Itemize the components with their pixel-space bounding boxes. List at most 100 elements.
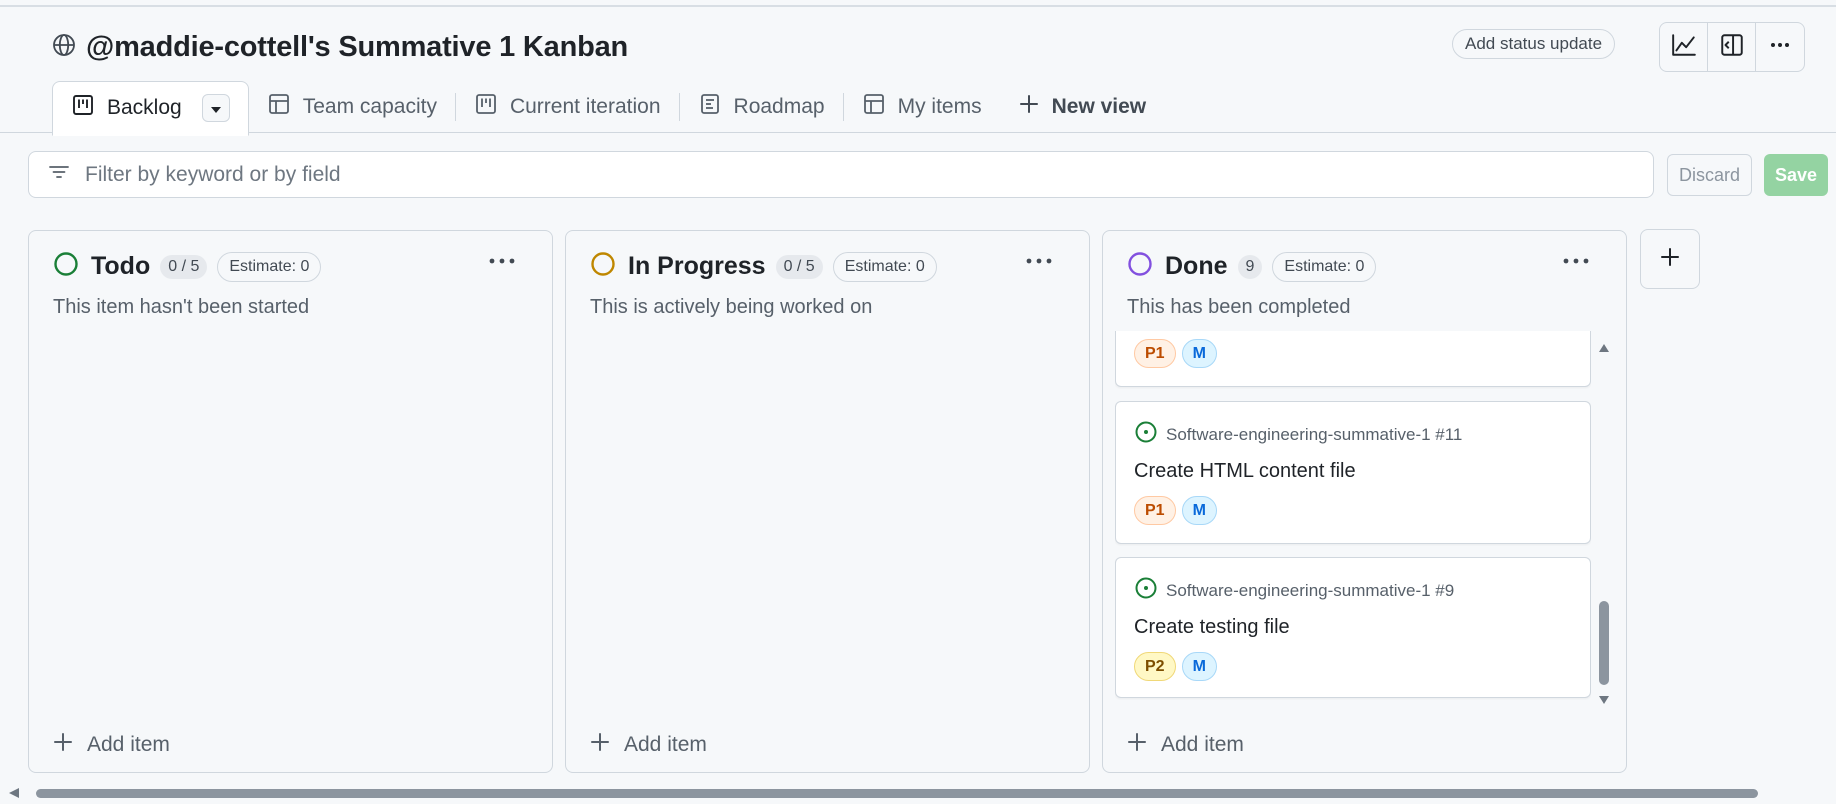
card-list: P1 M Software-engineering-summative-1 #1…: [1115, 331, 1591, 701]
priority-label: P2: [1134, 652, 1176, 681]
priority-label: P1: [1134, 496, 1176, 525]
sidebar-expand-icon: [1719, 32, 1745, 63]
column-header: Todo 0 / 5 Estimate: 0: [53, 251, 322, 282]
side-panel-button[interactable]: [1708, 23, 1756, 71]
discard-button[interactable]: Discard: [1667, 154, 1752, 196]
kebab-horizontal-icon: [1562, 252, 1590, 270]
column-scrollbar[interactable]: [1597, 341, 1611, 707]
column-header: Done 9 Estimate: 0: [1127, 251, 1377, 282]
size-label: M: [1181, 339, 1217, 368]
globe-icon: [52, 33, 76, 62]
tab-backlog[interactable]: Backlog: [52, 80, 249, 136]
project-header: @maddie-cottell's Summative 1 Kanban Add…: [0, 7, 1836, 136]
scrollbar-thumb[interactable]: [1599, 601, 1609, 685]
column-menu-button[interactable]: [1023, 249, 1055, 273]
tab-label: New view: [1051, 95, 1147, 118]
column-done: Done 9 Estimate: 0 This has been complet…: [1102, 230, 1627, 773]
add-item-label: Add item: [87, 733, 170, 756]
item-card[interactable]: Software-engineering-summative-1 #11 Cre…: [1115, 401, 1591, 544]
column-todo: Todo 0 / 5 Estimate: 0 This item hasn't …: [28, 230, 553, 773]
triangle-down-icon: [210, 96, 222, 120]
tab-team-capacity[interactable]: Team capacity: [249, 80, 455, 134]
filter-icon: [47, 160, 71, 189]
add-item-button[interactable]: Add item: [590, 732, 707, 758]
kebab-horizontal-icon: [1768, 33, 1792, 62]
horizontal-scrollbar[interactable]: [0, 784, 1836, 798]
board-icon: [71, 93, 95, 123]
board-icon: [474, 92, 498, 122]
tab-my-items[interactable]: My items: [844, 80, 1000, 134]
size-label: M: [1181, 496, 1217, 525]
add-item-button[interactable]: Add item: [53, 732, 170, 758]
issue-opened-icon: [1134, 576, 1158, 605]
view-options-dropdown[interactable]: [201, 94, 230, 122]
column-estimate: Estimate: 0: [1272, 251, 1377, 282]
scroll-down-arrow-icon[interactable]: [1597, 693, 1611, 707]
card-title[interactable]: Create testing file: [1134, 616, 1290, 639]
column-description: This item hasn't been started: [53, 296, 310, 318]
filter-input[interactable]: [85, 162, 1585, 187]
add-column-button[interactable]: [1640, 229, 1700, 289]
add-item-button[interactable]: Add item: [1127, 732, 1244, 758]
card-reference[interactable]: Software-engineering-summative-1 #9: [1134, 576, 1454, 605]
status-circle-icon: [590, 251, 616, 282]
page-title: @maddie-cottell's Summative 1 Kanban: [86, 31, 629, 63]
column-count: 9: [1237, 254, 1263, 279]
tab-roadmap[interactable]: Roadmap: [680, 80, 843, 134]
project-title-row: @maddie-cottell's Summative 1 Kanban: [52, 31, 628, 64]
insights-button[interactable]: [1660, 23, 1708, 71]
size-label: M: [1181, 652, 1217, 681]
plus-icon: [53, 732, 73, 758]
scroll-up-arrow-icon[interactable]: [1597, 341, 1611, 355]
tab-label: Roadmap: [733, 95, 825, 118]
column-menu-button[interactable]: [1560, 249, 1592, 273]
column-description: This is actively being worked on: [590, 296, 873, 318]
column-count: 0 / 5: [775, 254, 823, 279]
add-status-update-button[interactable]: Add status update: [1452, 29, 1616, 59]
card-labels: P1 M: [1134, 496, 1217, 525]
column-menu-button[interactable]: [486, 249, 518, 273]
kebab-horizontal-icon: [488, 252, 516, 270]
add-item-label: Add item: [1161, 733, 1244, 756]
column-description: This has been completed: [1127, 296, 1351, 318]
window-top-border: [0, 0, 1836, 7]
priority-label: P1: [1134, 339, 1176, 368]
column-title: Done: [1165, 252, 1228, 280]
item-card[interactable]: Software-engineering-summative-1 #9 Crea…: [1115, 557, 1591, 698]
save-button[interactable]: Save: [1764, 154, 1828, 196]
roadmap-icon: [698, 92, 722, 122]
card-reference[interactable]: Software-engineering-summative-1 #11: [1134, 420, 1462, 449]
column-count: 0 / 5: [160, 254, 208, 279]
table-icon: [267, 92, 291, 122]
tab-current-iteration[interactable]: Current iteration: [456, 80, 679, 134]
view-tabs: Backlog Team capacity Current iteration: [52, 80, 1165, 136]
card-title[interactable]: Create HTML content file: [1134, 460, 1356, 483]
column-header: In Progress 0 / 5 Estimate: 0: [590, 251, 937, 282]
kebab-horizontal-icon: [1025, 252, 1053, 270]
tab-label: Team capacity: [302, 95, 437, 118]
scrollbar-thumb[interactable]: [36, 789, 1758, 798]
column-estimate: Estimate: 0: [217, 251, 322, 282]
tab-label: Backlog: [107, 96, 182, 119]
column-title: In Progress: [628, 252, 766, 280]
tab-label: My items: [897, 95, 982, 118]
column-title: Todo: [91, 252, 151, 280]
scroll-left-arrow-icon[interactable]: [8, 786, 20, 804]
column-estimate: Estimate: 0: [832, 251, 937, 282]
issue-opened-icon: [1134, 420, 1158, 449]
plus-icon: [1659, 246, 1681, 273]
column-in-progress: In Progress 0 / 5 Estimate: 0 This is ac…: [565, 230, 1090, 773]
new-view-button[interactable]: New view: [1000, 80, 1165, 134]
project-actions-group: [1659, 22, 1805, 72]
filter-bar: [28, 151, 1654, 198]
status-circle-icon: [1127, 251, 1153, 282]
status-circle-icon: [53, 251, 79, 282]
item-card[interactable]: P1 M: [1115, 331, 1591, 387]
add-item-label: Add item: [624, 733, 707, 756]
card-reference-text: Software-engineering-summative-1 #11: [1166, 424, 1463, 444]
project-menu-button[interactable]: [1756, 23, 1804, 71]
card-labels: P1 M: [1134, 339, 1217, 368]
graph-icon: [1671, 32, 1697, 63]
card-labels: P2 M: [1134, 652, 1217, 681]
plus-icon: [1018, 93, 1040, 121]
